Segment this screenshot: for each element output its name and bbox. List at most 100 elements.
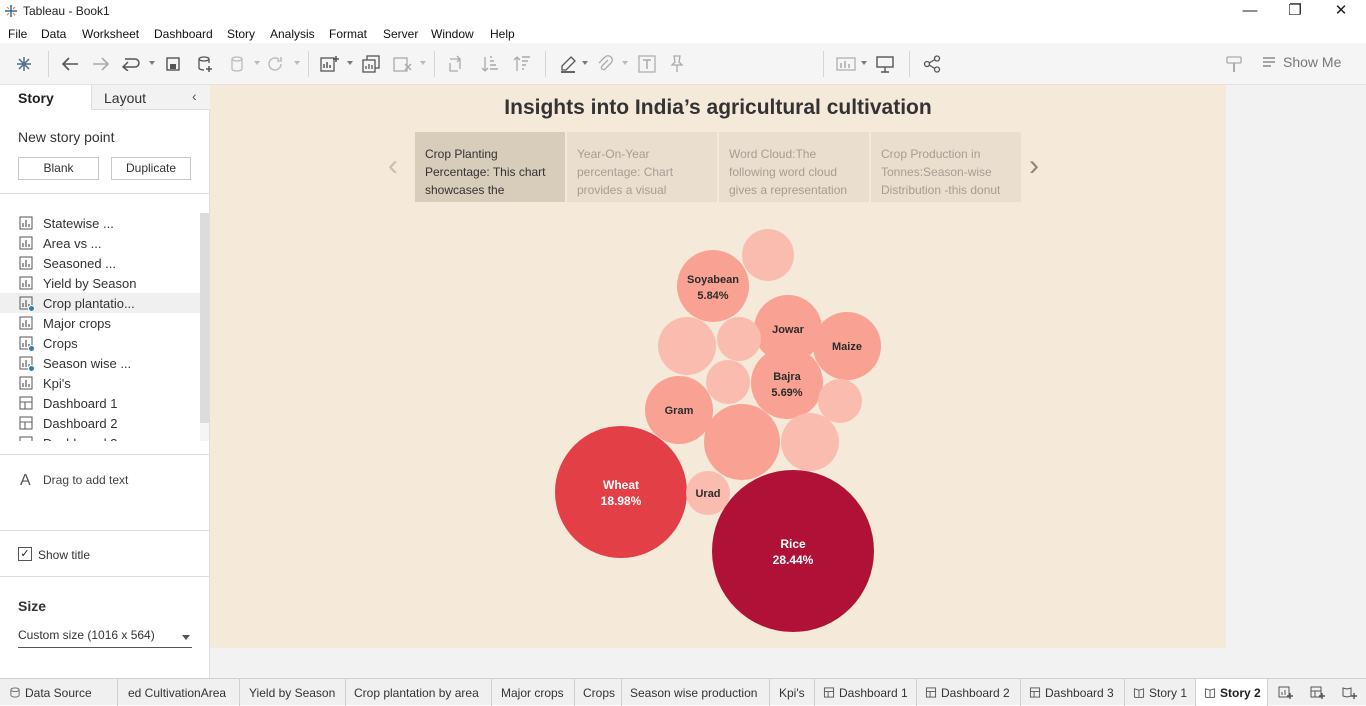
sheet-list-item[interactable]: Dashboard 2 bbox=[0, 413, 200, 433]
new-worksheet-icon[interactable] bbox=[319, 53, 341, 75]
sheet-tab[interactable]: Story 1 bbox=[1125, 679, 1196, 706]
bubble-mark bbox=[658, 317, 716, 375]
duplicate-button[interactable]: Duplicate bbox=[111, 157, 191, 180]
pause-updates-icon[interactable] bbox=[226, 53, 248, 75]
sheet-tab[interactable]: Dashboard 1 bbox=[815, 679, 917, 706]
sheet-tab[interactable]: Season wise production bbox=[622, 679, 770, 706]
share-icon[interactable] bbox=[921, 53, 943, 75]
bubble-mark bbox=[742, 229, 794, 281]
sheet-tab[interactable]: Dashboard 3 bbox=[1021, 679, 1125, 706]
bubble-unlabeled[interactable] bbox=[658, 317, 716, 375]
bubble-label: Soyabean bbox=[687, 274, 739, 286]
bubble-jowar[interactable]: Jowar bbox=[754, 295, 822, 363]
sheet-list-item[interactable]: Area vs ... bbox=[0, 233, 200, 253]
show-me-icon[interactable] bbox=[1262, 56, 1276, 70]
bubble-unlabeled[interactable] bbox=[781, 413, 839, 471]
highlight-icon[interactable] bbox=[557, 53, 579, 75]
format-painter-icon[interactable] bbox=[1223, 53, 1245, 75]
sheet-list-item[interactable]: Statewise ... bbox=[0, 213, 200, 233]
new-data-source-icon[interactable] bbox=[194, 53, 216, 75]
new-dashboard-tab-icon[interactable] bbox=[1310, 685, 1326, 701]
new-story-tab-icon[interactable] bbox=[1342, 685, 1358, 701]
drag-to-add-text[interactable]: Drag to add text bbox=[43, 473, 128, 487]
menu-format[interactable]: Format bbox=[329, 27, 367, 41]
swap-rows-columns-icon[interactable] bbox=[446, 53, 468, 75]
used-in-story-badge bbox=[28, 305, 35, 312]
story-icon bbox=[1133, 688, 1145, 698]
menu-dashboard[interactable]: Dashboard bbox=[154, 27, 213, 41]
menu-server[interactable]: Server bbox=[383, 27, 418, 41]
tableau-home-icon[interactable] bbox=[13, 53, 35, 75]
bubble-soyabean[interactable]: Soyabean 5.84% bbox=[677, 250, 749, 322]
bubble-label: Urad bbox=[695, 488, 720, 500]
sheet-list-item[interactable]: Dashboard 1 bbox=[0, 393, 200, 413]
sheet-list-item[interactable]: Seasoned ... bbox=[0, 253, 200, 273]
sheet-list-item[interactable]: Crops bbox=[0, 333, 200, 353]
redo-icon[interactable] bbox=[90, 53, 112, 75]
new-worksheet-tab-icon[interactable] bbox=[1278, 685, 1294, 701]
sheet-tab[interactable]: Yield by Season bbox=[240, 679, 346, 706]
close-button[interactable]: ✕ bbox=[1318, 0, 1364, 22]
tab-story[interactable]: Story bbox=[0, 85, 92, 110]
blank-button[interactable]: Blank bbox=[18, 157, 99, 180]
bubble-unlabeled[interactable] bbox=[717, 317, 761, 361]
bubble-mark bbox=[717, 317, 761, 361]
sheet-list-item[interactable]: Kpi's bbox=[0, 373, 200, 393]
bubble-label: Maize bbox=[832, 341, 862, 353]
menu-help[interactable]: Help bbox=[490, 27, 515, 41]
show-me-button[interactable]: Show Me bbox=[1283, 54, 1341, 70]
show-cards-icon[interactable] bbox=[835, 53, 857, 75]
sheet-tab[interactable]: Dashboard 2 bbox=[917, 679, 1021, 706]
minimize-button[interactable]: — bbox=[1227, 0, 1273, 22]
duplicate-sheet-icon[interactable] bbox=[360, 53, 382, 75]
sheet-list-item[interactable]: Yield by Season bbox=[0, 273, 200, 293]
show-title-checkbox[interactable]: ✓ bbox=[18, 547, 32, 561]
group-members-icon[interactable] bbox=[594, 53, 616, 75]
refresh-icon[interactable] bbox=[264, 53, 286, 75]
menu-data[interactable]: Data bbox=[41, 27, 66, 41]
menu-file[interactable]: File bbox=[8, 27, 27, 41]
presentation-mode-icon[interactable] bbox=[874, 53, 896, 75]
sheet-tab[interactable]: Crop plantation by area bbox=[346, 679, 492, 706]
text-object-icon[interactable]: A bbox=[20, 472, 31, 490]
menu-worksheet[interactable]: Worksheet bbox=[82, 27, 139, 41]
sheet-list-item[interactable]: Dashboard 3 bbox=[0, 433, 200, 441]
bubble-rice[interactable]: Rice 28.44% bbox=[712, 470, 874, 632]
sheet-tab[interactable]: Crops bbox=[575, 679, 622, 706]
sheet-list-item[interactable]: Season wise ... bbox=[0, 353, 200, 373]
menu-window[interactable]: Window bbox=[431, 27, 474, 41]
sheet-list-item-label: Crop plantatio... bbox=[43, 296, 135, 311]
sheet-tab[interactable]: Kpi's bbox=[770, 679, 815, 706]
sheet-tab[interactable]: Major crops bbox=[492, 679, 575, 706]
sheet-list-item[interactable]: Crop plantatio... bbox=[0, 293, 200, 313]
bubble-maize[interactable]: Maize bbox=[813, 312, 881, 380]
bubble-unlabeled[interactable] bbox=[706, 360, 750, 404]
undo-icon[interactable] bbox=[59, 53, 81, 75]
sheet-list-scroll-thumb[interactable] bbox=[200, 213, 209, 423]
collapse-panel-icon[interactable]: ‹ bbox=[192, 88, 197, 104]
bubble-urad[interactable]: Urad bbox=[686, 471, 730, 515]
show-mark-labels-icon[interactable] bbox=[636, 53, 658, 75]
bubble-unlabeled[interactable] bbox=[742, 229, 794, 281]
menu-story[interactable]: Story bbox=[227, 27, 255, 41]
fix-axes-icon[interactable] bbox=[666, 53, 688, 75]
sheet-tab[interactable]: Story 2 bbox=[1196, 679, 1268, 706]
sheet-list-item[interactable]: Major crops bbox=[0, 313, 200, 333]
tableau-logo-icon bbox=[5, 5, 17, 17]
sort-ascending-icon[interactable] bbox=[479, 53, 501, 75]
used-in-story-badge bbox=[28, 365, 35, 372]
replay-icon[interactable] bbox=[120, 53, 142, 75]
clear-sheet-icon[interactable] bbox=[392, 53, 414, 75]
save-icon[interactable] bbox=[162, 53, 184, 75]
sort-descending-icon[interactable] bbox=[511, 53, 533, 75]
restore-button[interactable]: ❐ bbox=[1272, 0, 1318, 22]
bubble-unlabeled[interactable] bbox=[818, 379, 862, 423]
bubble-unlabeled[interactable] bbox=[704, 404, 780, 480]
bubble-wheat[interactable]: Wheat 18.98% bbox=[555, 426, 687, 558]
menu-analysis[interactable]: Analysis bbox=[270, 27, 315, 41]
size-select[interactable]: Custom size (1016 x 564) bbox=[18, 628, 192, 648]
bubble-value-label: 28.44% bbox=[773, 553, 814, 567]
bubble-gram[interactable]: Gram bbox=[645, 376, 713, 444]
sheet-tab[interactable]: Data Source bbox=[0, 679, 118, 706]
sheet-tab[interactable]: ed CultivationArea bbox=[118, 679, 240, 706]
